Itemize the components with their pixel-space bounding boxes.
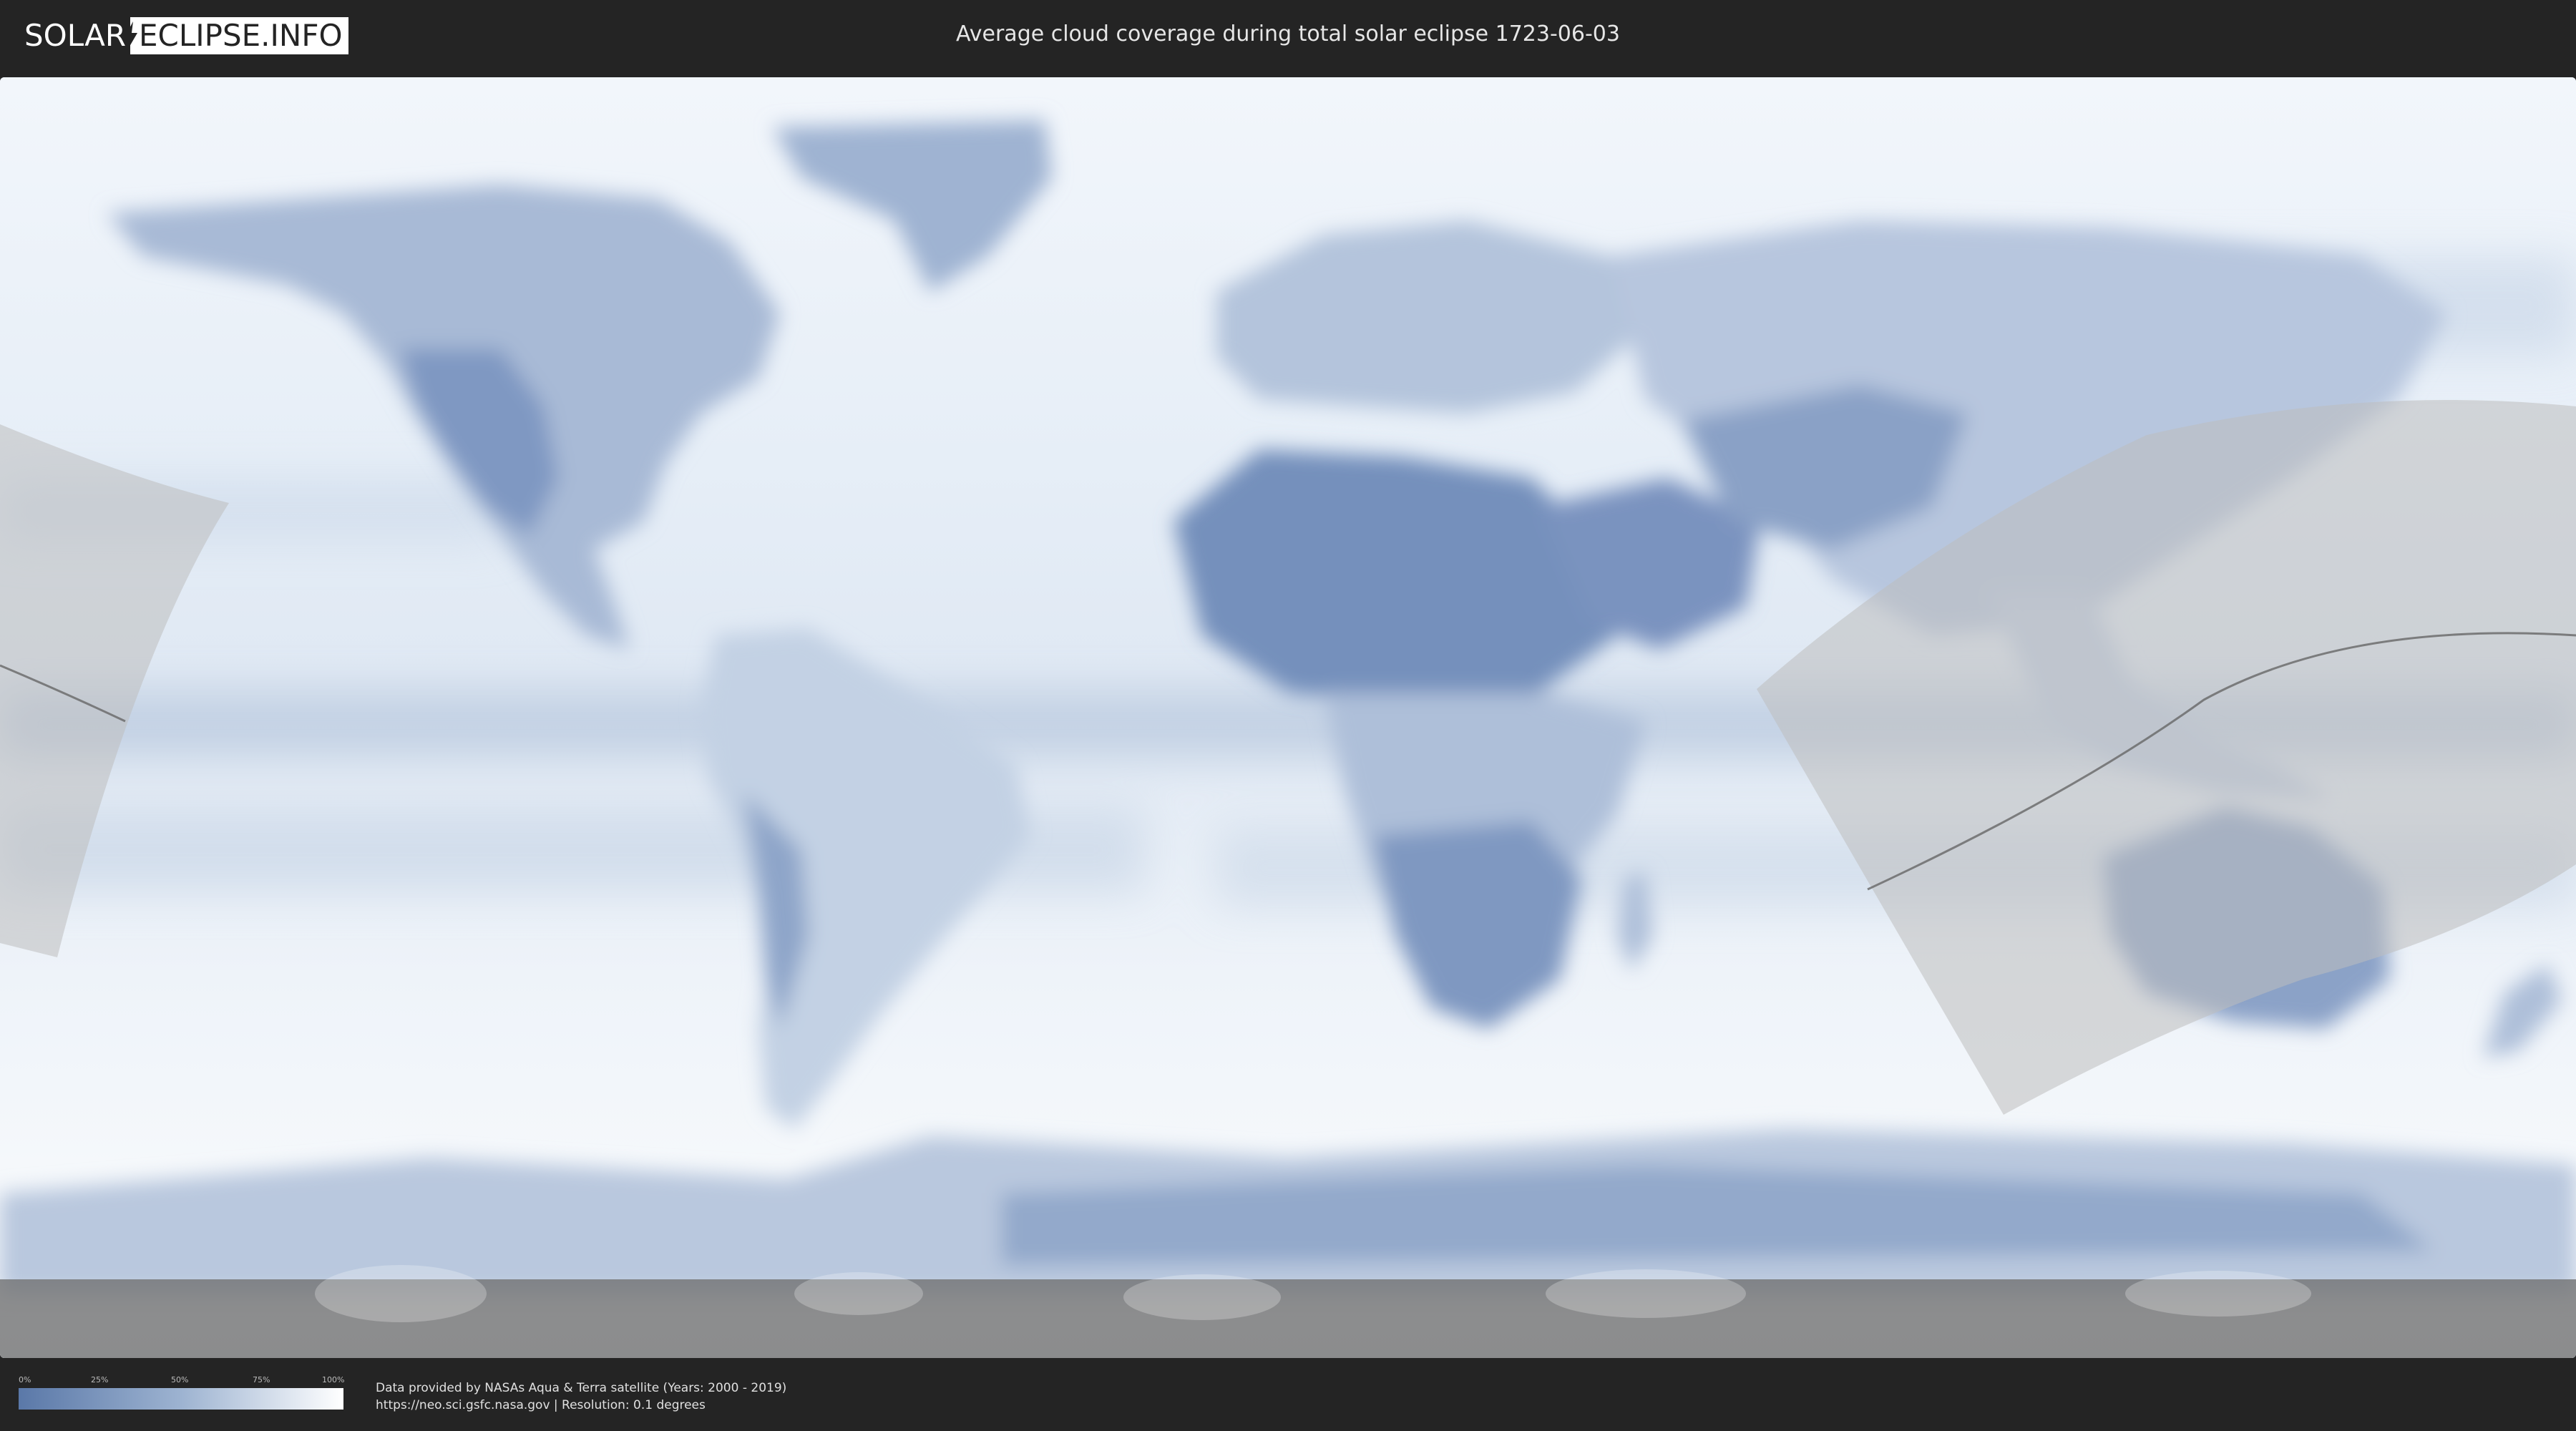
legend-ticks: 0% 25% 50% 75% 100% <box>19 1375 345 1387</box>
data-credits: Data provided by NASAs Aqua & Terra sate… <box>376 1379 786 1414</box>
cloud-coverage-legend: 0% 25% 50% 75% 100% <box>19 1375 345 1410</box>
world-map-svg <box>0 77 2576 1358</box>
legend-tick-75: 75% <box>253 1375 270 1384</box>
credits-line-2[interactable]: https://neo.sci.gsfc.nasa.gov | Resoluti… <box>376 1397 786 1414</box>
header-bar: SOLAR ECLIPSE.INFO Average cloud coverag… <box>0 0 2576 72</box>
credits-line-1: Data provided by NASAs Aqua & Terra sate… <box>376 1381 787 1395</box>
legend-tick-0: 0% <box>19 1375 31 1384</box>
legend-tick-50: 50% <box>171 1375 189 1384</box>
app-root: SOLAR ECLIPSE.INFO Average cloud coverag… <box>0 0 2576 1431</box>
footer-bar: 0% 25% 50% 75% 100% Data provided by NAS… <box>0 1359 2576 1431</box>
page-title: Average cloud coverage during total sola… <box>956 21 1620 47</box>
legend-tick-100: 100% <box>322 1375 345 1384</box>
legend-tick-25: 25% <box>91 1375 109 1384</box>
cloud-coverage-map[interactable] <box>0 77 2576 1358</box>
legend-color-bar <box>19 1388 343 1410</box>
